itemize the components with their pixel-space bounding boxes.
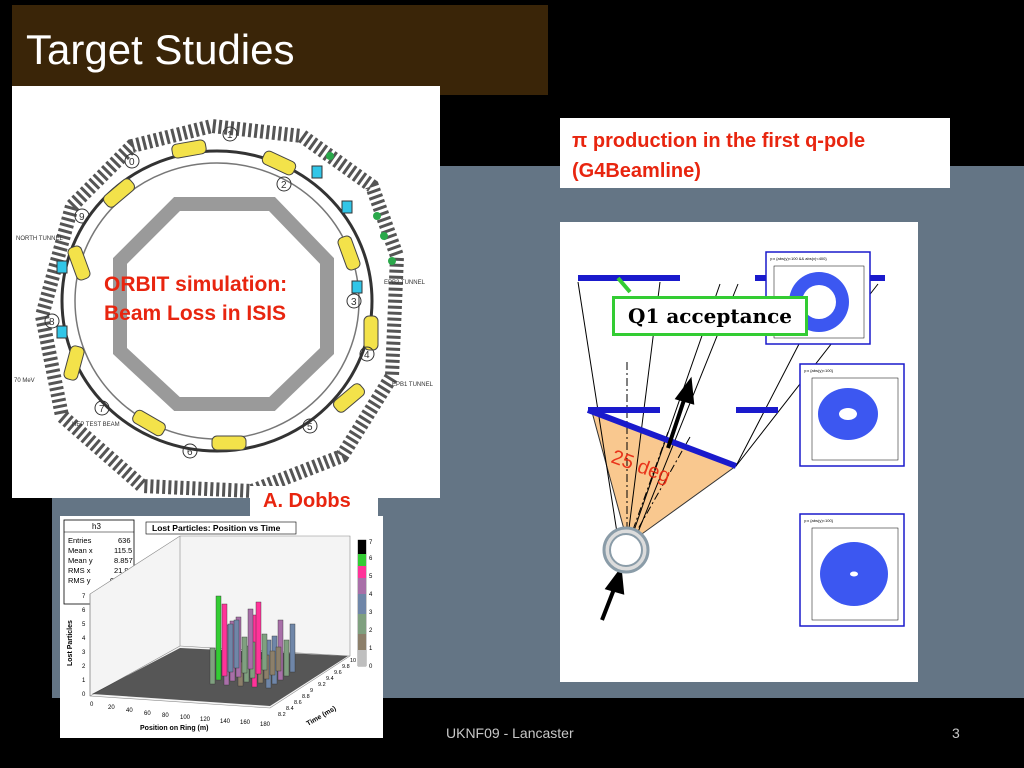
y-tick-6: 9.4	[326, 676, 334, 682]
x-tick-8: 160	[240, 720, 251, 726]
stats-name: h3	[92, 522, 101, 531]
histogram-title: Lost Particles: Position vs Time	[152, 523, 281, 533]
inset-plot-2: y:x {abs(y)<100}	[799, 363, 905, 467]
stats-val-meany: 8.857	[114, 556, 133, 565]
histogram-bar	[261, 633, 268, 671]
slide-title: Target Studies	[26, 26, 295, 73]
ring-number-2: 2	[281, 180, 287, 191]
stats-key-rmsx: RMS x	[68, 566, 91, 575]
histogram-bar	[269, 650, 276, 676]
ring-number-9: 9	[79, 212, 85, 223]
epb2-tunnel-label: EPB2 TUNNEL	[384, 280, 426, 286]
inset-plot-2-header: y:x {abs(y)<100}	[804, 368, 834, 373]
histogram-bar	[221, 603, 228, 677]
y-tick-8: 9.8	[342, 664, 350, 670]
x-tick-9: 180	[260, 722, 271, 728]
histogram-plot: h3 Entries 636 Mean x 115.5 Mean y 8.857…	[60, 516, 383, 738]
z-axis-label: Lost Particles	[67, 620, 74, 666]
ring-number-7: 7	[99, 404, 105, 415]
y-tick-7: 9.6	[334, 670, 342, 676]
pi-production-line1: π production in the first q-pole	[572, 130, 866, 152]
y-tick-1: 8.4	[286, 706, 294, 712]
pi-production-line2: (G4Beamline)	[572, 160, 701, 182]
x-tick-4: 80	[162, 713, 169, 719]
histogram-bar	[275, 646, 282, 672]
x-tick-3: 60	[144, 711, 151, 717]
histogram-bar	[255, 601, 262, 675]
x-tick-6: 120	[200, 717, 211, 723]
orbit-simulation-label: ORBIT simulation: Beam Loss in ISIS	[104, 273, 288, 325]
y-tick-0: 8.2	[278, 712, 286, 718]
y-tick-5: 9.2	[318, 682, 326, 688]
histogram-bar	[215, 595, 222, 681]
epb1-tunnel-label: EPB1 TUNNEL	[392, 382, 434, 388]
x-axis-label: Position on Ring (m)	[140, 725, 208, 732]
inset-plot-1-header: y:x {abs(y)<100 && abs(x)<400}	[770, 256, 827, 261]
histogram-bar	[247, 608, 254, 670]
histogram-bar	[233, 619, 240, 669]
histogram-bar	[227, 623, 234, 673]
x-tick-5: 100	[180, 715, 191, 721]
ring-number-4: 4	[364, 350, 370, 361]
70mev-label: 70 MeV	[14, 378, 35, 384]
stats-key-entries: Entries	[68, 536, 92, 545]
lost-particles-histogram: h3 Entries 636 Mean x 115.5 Mean y 8.857…	[60, 516, 383, 738]
pi-production-label: π production in the first q-pole (G4Beam…	[572, 126, 865, 186]
x-tick-7: 140	[220, 719, 231, 725]
stats-val-meanx: 115.5	[114, 546, 132, 555]
histogram-bar	[289, 623, 296, 673]
ring-number-6: 6	[187, 447, 193, 458]
page-number: 3	[952, 725, 960, 741]
y-tick-2: 8.6	[294, 700, 302, 706]
north-tunnel-label: NORTH TUNNEL	[16, 236, 63, 242]
stats-val-entries: 636	[118, 536, 131, 545]
ring-number-1: 1	[227, 130, 233, 141]
ring-number-8: 8	[49, 317, 55, 328]
inset-plot-3: y:x {abs(y)<100}	[799, 513, 905, 627]
x-tick-1: 20	[108, 705, 115, 711]
y-tick-3: 8.8	[302, 694, 310, 700]
histogram-bar	[283, 639, 290, 677]
stats-key-meanx: Mean x	[68, 546, 93, 555]
footer-conference: UKNF09 - Lancaster	[446, 725, 574, 741]
stats-key-meany: Mean y	[68, 556, 93, 565]
hep-test-beam-label: HEP TEST BEAM	[72, 422, 120, 428]
ring-number-5: 5	[307, 422, 313, 433]
ring-number-0: 0	[129, 157, 135, 168]
histogram-bar	[241, 636, 248, 674]
q1-acceptance-diagram: 25 deg y:x {abs(y)<100 && abs(x)<400} y:…	[560, 222, 918, 682]
y-tick-4: 9	[310, 688, 313, 694]
ring-number-3: 3	[351, 297, 357, 308]
y-tick-9: 10	[350, 658, 356, 664]
q1-acceptance-callout: Q1 acceptance	[612, 296, 808, 336]
author-credit: A. Dobbs	[263, 490, 351, 512]
x-tick-2: 40	[126, 708, 133, 714]
inset-plot-3-header: y:x {abs(y)<100}	[804, 518, 834, 523]
histogram-bar	[209, 647, 216, 685]
acceptance-schematic: 25 deg y:x {abs(y)<100 && abs(x)<400} y:…	[560, 222, 918, 682]
stats-key-rmsy: RMS y	[68, 576, 91, 585]
